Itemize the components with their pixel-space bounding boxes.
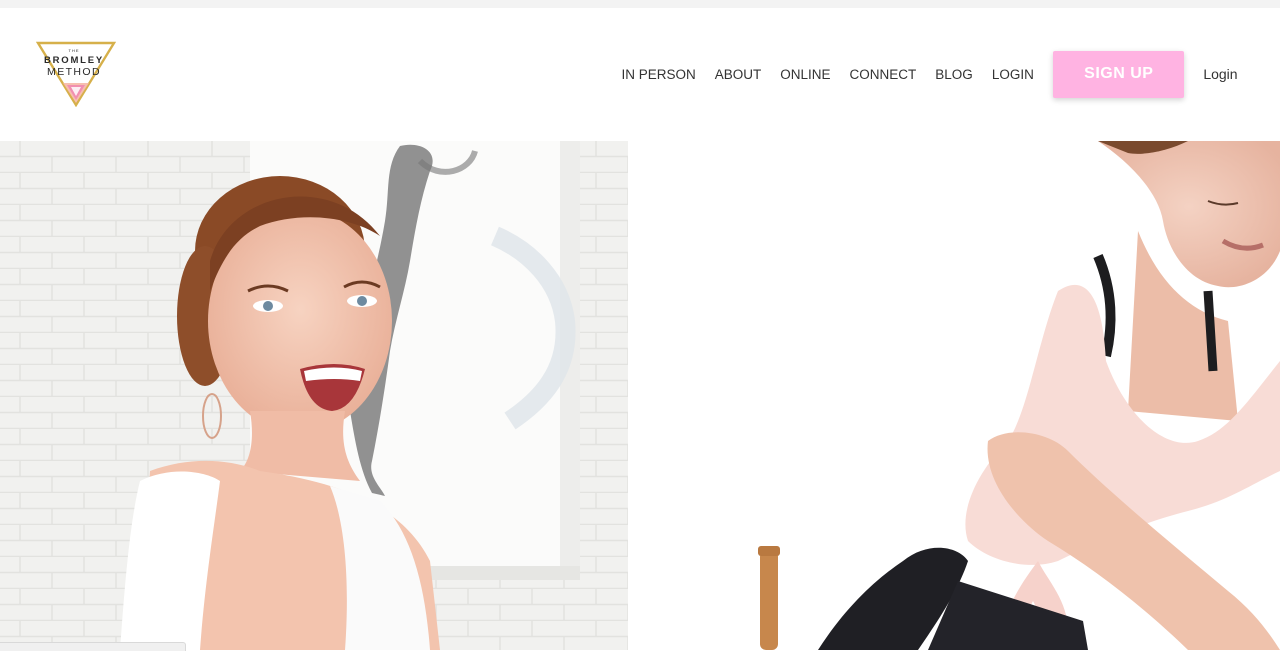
nav-item-blog[interactable]: BLOG: [935, 67, 973, 82]
sign-up-button[interactable]: SIGN UP: [1053, 50, 1185, 98]
logo-method-text: METHOD: [47, 66, 101, 78]
nav-item-in-person[interactable]: IN PERSON: [622, 67, 696, 82]
nav-item-login[interactable]: LOGIN: [992, 67, 1034, 82]
site-header: THE BROMLEY METHOD IN PERSON ABOUT ONLIN…: [0, 8, 1280, 141]
login-link[interactable]: Login: [1203, 66, 1237, 82]
nav-item-connect[interactable]: CONNECT: [850, 67, 917, 82]
hero-section: [0, 141, 1280, 650]
logo-the-text: THE: [68, 48, 80, 53]
bromley-method-logo[interactable]: THE BROMLEY METHOD: [36, 41, 116, 107]
browser-top-strip: [0, 0, 1280, 8]
nav-item-about[interactable]: ABOUT: [715, 67, 762, 82]
nav-item-online[interactable]: ONLINE: [780, 67, 830, 82]
woman-exercising-photo: [628, 141, 1280, 650]
smiling-woman-photo: [0, 141, 628, 650]
logo-bromley-text: BROMLEY: [43, 55, 105, 66]
main-nav: IN PERSON ABOUT ONLINE CONNECT BLOG LOGI…: [612, 50, 1238, 98]
